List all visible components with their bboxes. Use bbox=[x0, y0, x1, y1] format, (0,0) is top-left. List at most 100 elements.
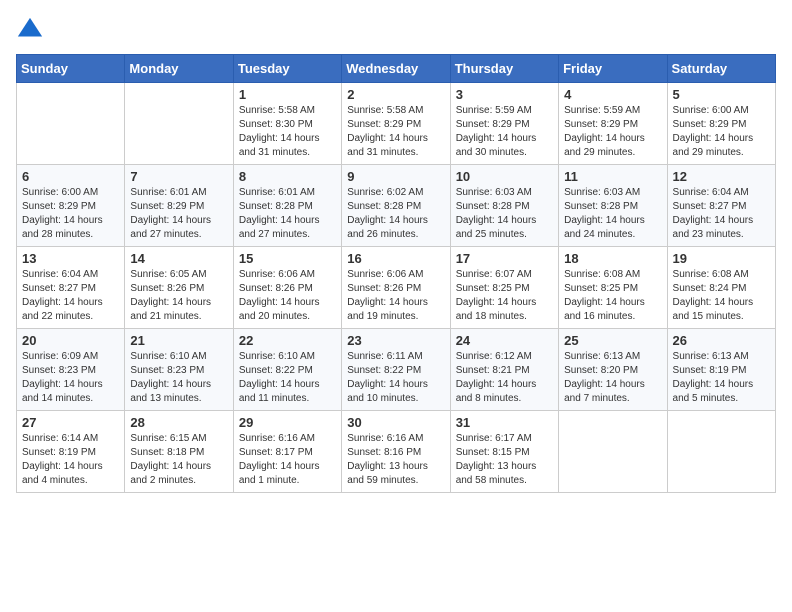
day-number: 26 bbox=[673, 333, 770, 348]
calendar-cell: 4Sunrise: 5:59 AM Sunset: 8:29 PM Daylig… bbox=[559, 83, 667, 165]
calendar-cell: 7 Sunrise: 6:01 AM Sunset: 8:29 PM Daylig… bbox=[125, 165, 233, 247]
calendar-cell: 23Sunrise: 6:11 AM Sunset: 8:22 PM Dayli… bbox=[342, 329, 450, 411]
calendar-cell: 14Sunrise: 6:05 AM Sunset: 8:26 PM Dayli… bbox=[125, 247, 233, 329]
calendar-cell: 29Sunrise: 6:16 AM Sunset: 8:17 PM Dayli… bbox=[233, 411, 341, 493]
column-header-wednesday: Wednesday bbox=[342, 55, 450, 83]
day-info: Sunrise: 6:02 AM Sunset: 8:28 PM Dayligh… bbox=[347, 186, 444, 242]
calendar-cell: 28 Sunrise: 6:15 AM Sunset: 8:18 PM Dayli… bbox=[125, 411, 233, 493]
day-info: Sunrise: 6:14 AM Sunset: 8:19 PM Dayligh… bbox=[22, 432, 119, 488]
calendar-cell: 12Sunrise: 6:04 AM Sunset: 8:27 PM Dayli… bbox=[667, 165, 775, 247]
calendar-cell: 31Sunrise: 6:17 AM Sunset: 8:15 PM Dayli… bbox=[450, 411, 558, 493]
calendar-cell: 8 Sunrise: 6:01 AM Sunset: 8:28 PM Daylig… bbox=[233, 165, 341, 247]
day-number: 18 bbox=[564, 251, 661, 266]
calendar-cell: 18 Sunrise: 6:08 AM Sunset: 8:25 PM Dayli… bbox=[559, 247, 667, 329]
day-info: Sunrise: 6:06 AM Sunset: 8:26 PM Dayligh… bbox=[347, 268, 444, 324]
calendar-cell bbox=[667, 411, 775, 493]
day-info: Sunrise: 6:00 AM Sunset: 8:29 PM Dayligh… bbox=[673, 104, 770, 160]
day-number: 20 bbox=[22, 333, 119, 348]
calendar-cell: 11 Sunrise: 6:03 AM Sunset: 8:28 PM Dayli… bbox=[559, 165, 667, 247]
calendar-cell: 5 Sunrise: 6:00 AM Sunset: 8:29 PM Daylig… bbox=[667, 83, 775, 165]
calendar-cell: 10Sunrise: 6:03 AM Sunset: 8:28 PM Dayli… bbox=[450, 165, 558, 247]
day-number: 11 bbox=[564, 169, 661, 184]
day-info: Sunrise: 6:13 AM Sunset: 8:19 PM Dayligh… bbox=[673, 350, 770, 406]
calendar-week-3: 13 Sunrise: 6:04 AM Sunset: 8:27 PM Dayli… bbox=[17, 247, 776, 329]
day-info: Sunrise: 6:10 AM Sunset: 8:22 PM Dayligh… bbox=[239, 350, 336, 406]
day-number: 19 bbox=[673, 251, 770, 266]
day-info: Sunrise: 6:03 AM Sunset: 8:28 PM Dayligh… bbox=[564, 186, 661, 242]
day-info: Sunrise: 6:00 AM Sunset: 8:29 PM Dayligh… bbox=[22, 186, 119, 242]
calendar-cell: 2 Sunrise: 5:58 AM Sunset: 8:29 PM Daylig… bbox=[342, 83, 450, 165]
day-number: 10 bbox=[456, 169, 553, 184]
day-number: 12 bbox=[673, 169, 770, 184]
calendar-table: SundayMondayTuesdayWednesdayThursdayFrid… bbox=[16, 54, 776, 493]
calendar-cell: 6Sunrise: 6:00 AM Sunset: 8:29 PM Daylig… bbox=[17, 165, 125, 247]
column-header-saturday: Saturday bbox=[667, 55, 775, 83]
day-info: Sunrise: 6:08 AM Sunset: 8:24 PM Dayligh… bbox=[673, 268, 770, 324]
calendar-cell: 21 Sunrise: 6:10 AM Sunset: 8:23 PM Dayli… bbox=[125, 329, 233, 411]
day-info: Sunrise: 6:16 AM Sunset: 8:17 PM Dayligh… bbox=[239, 432, 336, 488]
day-info: Sunrise: 5:59 AM Sunset: 8:29 PM Dayligh… bbox=[564, 104, 661, 160]
day-info: Sunrise: 6:08 AM Sunset: 8:25 PM Dayligh… bbox=[564, 268, 661, 324]
day-info: Sunrise: 6:13 AM Sunset: 8:20 PM Dayligh… bbox=[564, 350, 661, 406]
calendar-cell: 19 Sunrise: 6:08 AM Sunset: 8:24 PM Dayli… bbox=[667, 247, 775, 329]
calendar-cell: 24 Sunrise: 6:12 AM Sunset: 8:21 PM Dayli… bbox=[450, 329, 558, 411]
day-info: Sunrise: 6:17 AM Sunset: 8:15 PM Dayligh… bbox=[456, 432, 553, 488]
column-header-sunday: Sunday bbox=[17, 55, 125, 83]
day-number: 8 bbox=[239, 169, 336, 184]
calendar-cell: 26 Sunrise: 6:13 AM Sunset: 8:19 PM Dayli… bbox=[667, 329, 775, 411]
day-number: 13 bbox=[22, 251, 119, 266]
day-info: Sunrise: 5:59 AM Sunset: 8:29 PM Dayligh… bbox=[456, 104, 553, 160]
day-number: 22 bbox=[239, 333, 336, 348]
day-number: 16 bbox=[347, 251, 444, 266]
day-info: Sunrise: 5:58 AM Sunset: 8:29 PM Dayligh… bbox=[347, 104, 444, 160]
column-header-thursday: Thursday bbox=[450, 55, 558, 83]
day-number: 15 bbox=[239, 251, 336, 266]
day-number: 14 bbox=[130, 251, 227, 266]
calendar-week-1: 1Sunrise: 5:58 AM Sunset: 8:30 PM Daylig… bbox=[17, 83, 776, 165]
day-number: 9 bbox=[347, 169, 444, 184]
day-info: Sunrise: 6:01 AM Sunset: 8:29 PM Dayligh… bbox=[130, 186, 227, 242]
day-number: 30 bbox=[347, 415, 444, 430]
calendar-cell: 9 Sunrise: 6:02 AM Sunset: 8:28 PM Daylig… bbox=[342, 165, 450, 247]
day-info: Sunrise: 6:01 AM Sunset: 8:28 PM Dayligh… bbox=[239, 186, 336, 242]
calendar-cell: 13 Sunrise: 6:04 AM Sunset: 8:27 PM Dayli… bbox=[17, 247, 125, 329]
day-number: 3 bbox=[456, 87, 553, 102]
day-info: Sunrise: 6:16 AM Sunset: 8:16 PM Dayligh… bbox=[347, 432, 444, 488]
page-header bbox=[16, 16, 776, 44]
day-number: 5 bbox=[673, 87, 770, 102]
calendar-cell bbox=[17, 83, 125, 165]
calendar-cell bbox=[559, 411, 667, 493]
day-number: 24 bbox=[456, 333, 553, 348]
day-info: Sunrise: 6:10 AM Sunset: 8:23 PM Dayligh… bbox=[130, 350, 227, 406]
day-info: Sunrise: 6:12 AM Sunset: 8:21 PM Dayligh… bbox=[456, 350, 553, 406]
day-info: Sunrise: 6:07 AM Sunset: 8:25 PM Dayligh… bbox=[456, 268, 553, 324]
calendar-week-2: 6Sunrise: 6:00 AM Sunset: 8:29 PM Daylig… bbox=[17, 165, 776, 247]
day-number: 27 bbox=[22, 415, 119, 430]
day-number: 7 bbox=[130, 169, 227, 184]
calendar-cell: 3 Sunrise: 5:59 AM Sunset: 8:29 PM Daylig… bbox=[450, 83, 558, 165]
column-header-friday: Friday bbox=[559, 55, 667, 83]
day-number: 1 bbox=[239, 87, 336, 102]
calendar-cell: 27 Sunrise: 6:14 AM Sunset: 8:19 PM Dayli… bbox=[17, 411, 125, 493]
logo-icon bbox=[16, 16, 44, 44]
column-header-monday: Monday bbox=[125, 55, 233, 83]
calendar-cell: 1Sunrise: 5:58 AM Sunset: 8:30 PM Daylig… bbox=[233, 83, 341, 165]
calendar-header-row: SundayMondayTuesdayWednesdayThursdayFrid… bbox=[17, 55, 776, 83]
day-number: 21 bbox=[130, 333, 227, 348]
calendar-week-5: 27 Sunrise: 6:14 AM Sunset: 8:19 PM Dayli… bbox=[17, 411, 776, 493]
calendar-cell: 30 Sunrise: 6:16 AM Sunset: 8:16 PM Dayli… bbox=[342, 411, 450, 493]
day-number: 2 bbox=[347, 87, 444, 102]
day-info: Sunrise: 6:11 AM Sunset: 8:22 PM Dayligh… bbox=[347, 350, 444, 406]
day-info: Sunrise: 6:04 AM Sunset: 8:27 PM Dayligh… bbox=[22, 268, 119, 324]
day-info: Sunrise: 6:15 AM Sunset: 8:18 PM Dayligh… bbox=[130, 432, 227, 488]
day-info: Sunrise: 6:09 AM Sunset: 8:23 PM Dayligh… bbox=[22, 350, 119, 406]
day-number: 28 bbox=[130, 415, 227, 430]
calendar-cell: 22 Sunrise: 6:10 AM Sunset: 8:22 PM Dayli… bbox=[233, 329, 341, 411]
calendar-cell: 20 Sunrise: 6:09 AM Sunset: 8:23 PM Dayli… bbox=[17, 329, 125, 411]
day-info: Sunrise: 6:06 AM Sunset: 8:26 PM Dayligh… bbox=[239, 268, 336, 324]
calendar-cell: 16 Sunrise: 6:06 AM Sunset: 8:26 PM Dayli… bbox=[342, 247, 450, 329]
day-number: 25 bbox=[564, 333, 661, 348]
calendar-cell bbox=[125, 83, 233, 165]
column-header-tuesday: Tuesday bbox=[233, 55, 341, 83]
calendar-week-4: 20 Sunrise: 6:09 AM Sunset: 8:23 PM Dayli… bbox=[17, 329, 776, 411]
